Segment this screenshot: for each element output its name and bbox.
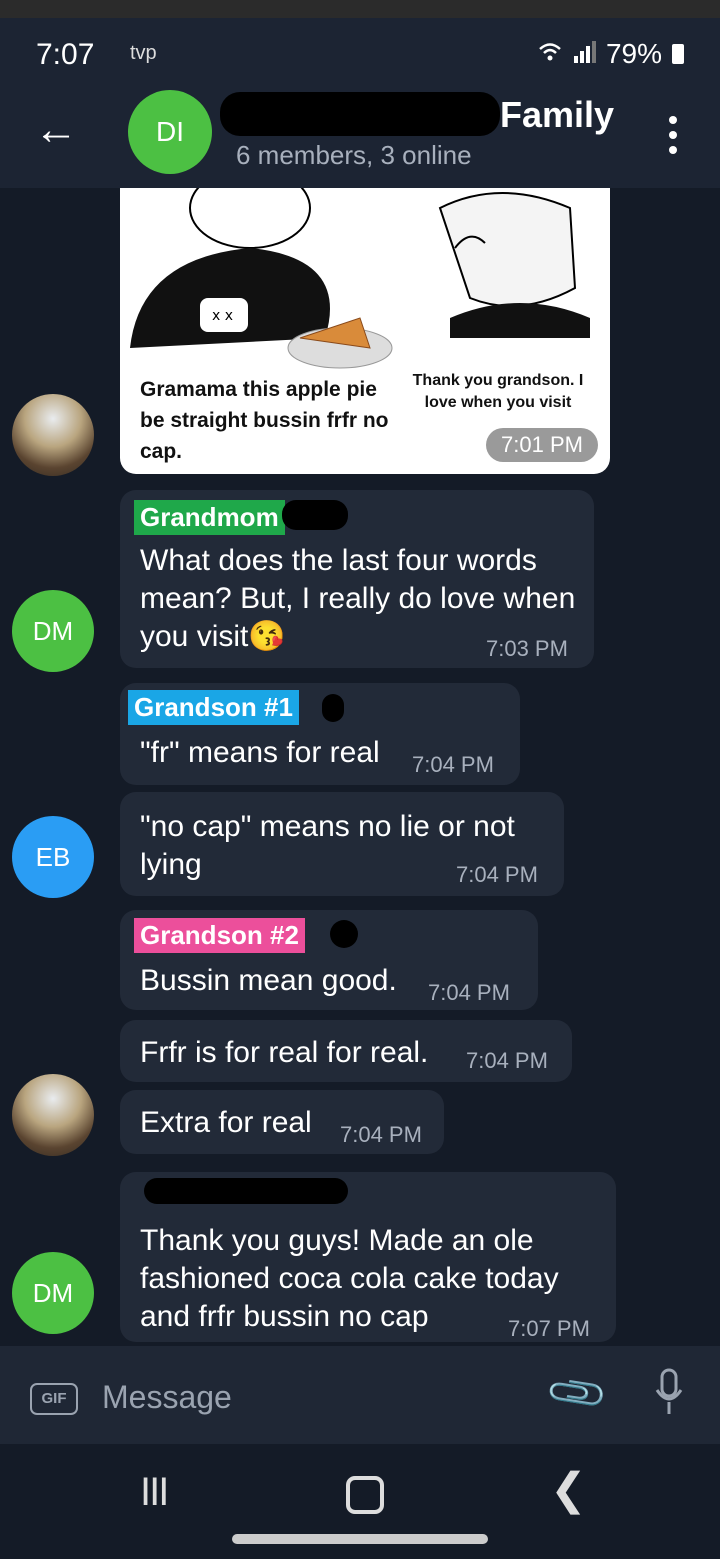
status-time: 7:07	[36, 38, 95, 71]
redaction-mark	[220, 92, 500, 136]
chat-subtitle: 6 members, 3 online	[236, 140, 472, 170]
message-text: "fr" means for real	[140, 736, 380, 769]
meme-caption-right: Thank you grandson. I love when you visi…	[412, 372, 584, 411]
nav-back-icon[interactable]: ❮	[550, 1464, 587, 1515]
home-icon[interactable]	[346, 1476, 384, 1514]
group-avatar[interactable]: DI	[128, 90, 212, 174]
user-avatar[interactable]: EB	[12, 816, 94, 898]
redaction-mark	[144, 1178, 348, 1204]
signal-icon	[572, 38, 596, 70]
message-text: Extra for real	[140, 1106, 312, 1139]
home-indicator	[232, 1534, 488, 1544]
gif-icon[interactable]: GIF	[30, 1383, 78, 1415]
message-time: 7:04 PM	[428, 980, 510, 1005]
message-text: Frfr is for real for real.	[140, 1036, 429, 1069]
mic-icon[interactable]	[654, 1368, 684, 1418]
message-time: 7:04 PM	[412, 752, 494, 777]
svg-text:x x: x x	[212, 308, 233, 324]
battery-icon	[672, 44, 684, 64]
message-time: 7:07 PM	[508, 1316, 590, 1341]
message-input[interactable]	[100, 1374, 524, 1420]
more-vert-icon[interactable]	[658, 112, 688, 162]
message-time: 7:04 PM	[456, 862, 538, 887]
message-time: 7:03 PM	[486, 636, 568, 661]
redaction-mark	[330, 920, 358, 948]
sender-tag: Grandson #1	[128, 690, 299, 725]
meme-caption-left: Gramama this apple pie be straight bussi…	[140, 378, 389, 463]
recent-apps-icon[interactable]: III	[140, 1470, 169, 1515]
user-photo-avatar[interactable]	[12, 394, 94, 476]
battery-percent: 79%	[605, 38, 662, 69]
sender-tag: Grandmom	[134, 500, 285, 535]
top-strip	[0, 0, 720, 18]
meme-illustration: x x	[130, 188, 590, 369]
meme-time: 7:01 PM	[486, 428, 598, 462]
status-app-text: tvp	[130, 42, 157, 64]
message-time: 7:04 PM	[466, 1048, 548, 1073]
user-avatar[interactable]: DM	[12, 590, 94, 672]
status-right: 79%	[538, 38, 684, 70]
redaction-mark	[322, 694, 344, 722]
message-time: 7:04 PM	[340, 1122, 422, 1147]
wifi-icon	[538, 38, 562, 70]
message-text: Bussin mean good.	[140, 964, 397, 997]
back-arrow-icon[interactable]: ←	[34, 100, 78, 160]
redaction-mark	[282, 500, 348, 530]
user-photo-avatar[interactable]	[12, 1074, 94, 1156]
user-avatar[interactable]: DM	[12, 1252, 94, 1334]
chat-title[interactable]: Family	[500, 94, 614, 136]
sender-tag: Grandson #2	[134, 918, 305, 953]
